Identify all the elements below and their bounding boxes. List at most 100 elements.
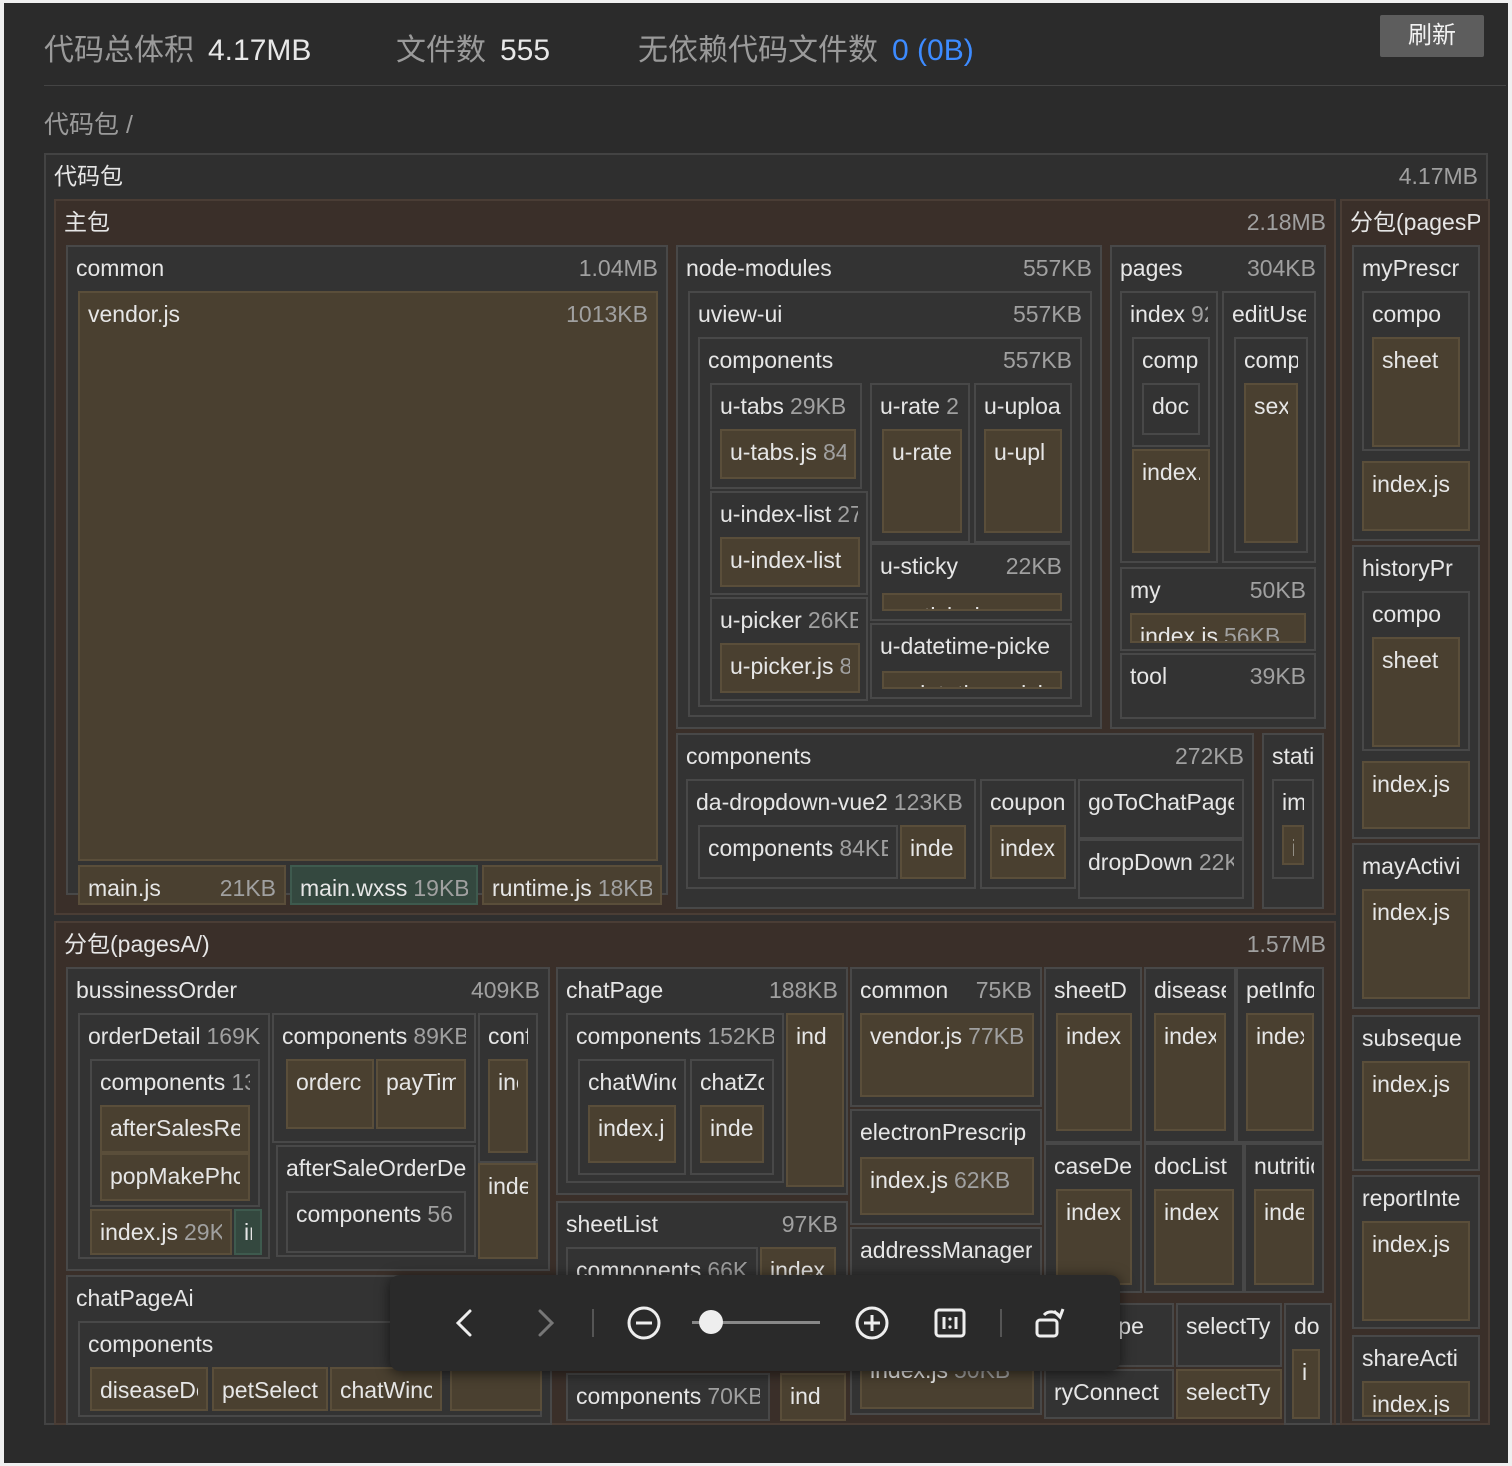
treemap-tile-uratejs[interactable]: u-rate xyxy=(882,429,962,533)
treemap-tile-casedeidx[interactable]: index xyxy=(1056,1189,1132,1285)
tile-name: components xyxy=(282,1023,408,1049)
treemap-tile-ssindex[interactable]: index.js xyxy=(1362,1061,1470,1161)
treemap-tile-popmakephc[interactable]: popMakePhc xyxy=(100,1153,250,1201)
treemap-tile-confinc[interactable]: inc xyxy=(488,1059,528,1153)
treemap-tile-udatetimejs[interactable]: u-datetime-picker.js xyxy=(882,671,1062,689)
treemap-tile-odir[interactable]: ir xyxy=(234,1209,262,1255)
treemap-tile-upickerjs[interactable]: u-picker.js8 xyxy=(720,643,860,693)
treemap-tile-uuploadjs[interactable]: u-upl xyxy=(984,429,1062,533)
treemap-tile-asocomp[interactable]: components 56 xyxy=(286,1191,466,1253)
treemap-tile-ryconnect[interactable]: ryConnect xyxy=(1044,1369,1174,1419)
tile-header: editUse xyxy=(1232,293,1306,335)
tile-header: components 557KB xyxy=(708,339,1072,381)
treemap-tile-orderc[interactable]: orderc xyxy=(286,1059,374,1129)
zoom-out-icon[interactable] xyxy=(626,1305,662,1341)
tile-size: 22K xyxy=(1198,849,1234,875)
treemap-tile-cpaifile[interactable] xyxy=(450,1367,542,1411)
tile-name: goToChatPage xyxy=(1088,789,1234,815)
treemap-tile-dropdown[interactable]: dropDown22K xyxy=(1078,839,1244,899)
next-icon[interactable] xyxy=(526,1305,562,1341)
rotate-icon[interactable] xyxy=(1032,1305,1068,1341)
treemap-tile-maindex[interactable]: index.js xyxy=(1362,889,1470,999)
treemap-tile-eusex[interactable]: sex xyxy=(1244,383,1298,543)
tile-header: afterSalesRe xyxy=(110,1107,240,1149)
tile-header: addressManager xyxy=(860,1229,1032,1271)
treemap-tile-doi[interactable]: i xyxy=(1292,1349,1320,1419)
treemap-tile-myindex[interactable]: index.js 56KB xyxy=(1130,613,1306,643)
tile-header: bussinessOrder 409KB xyxy=(76,969,540,1011)
stat-value-link[interactable]: 0 (0B) xyxy=(892,34,974,67)
tile-name: dropDown xyxy=(1088,849,1193,875)
treemap-tile-comp70[interactable]: components 70KB xyxy=(566,1373,770,1421)
treemap-tile-chatwindow[interactable]: chatWinc xyxy=(330,1367,442,1411)
treemap-tile-runtime[interactable]: runtime.js 18KB xyxy=(482,865,662,905)
treemap-tile-saindex[interactable]: index.js xyxy=(1362,1381,1470,1417)
treemap-tile-tool[interactable]: tool 39KB xyxy=(1120,653,1316,719)
treemap-tile-bizindex[interactable]: inde: xyxy=(478,1163,538,1259)
tile-header: 主包 2.18MB xyxy=(64,201,1326,243)
tile-name: index xyxy=(1164,1023,1216,1049)
treemap-tile-cpind[interactable]: ind xyxy=(786,1013,844,1187)
treemap-tile-ustickyjs[interactable]: u-sticky.js xyxy=(882,593,1062,611)
actual-size-icon[interactable] xyxy=(932,1305,968,1341)
treemap-tile-sheetdidx[interactable]: index xyxy=(1056,1013,1132,1131)
refresh-button[interactable]: 刷新 xyxy=(1380,15,1484,57)
tile-name: u-sticky xyxy=(880,553,958,579)
treemap-tile-petinfoidx[interactable]: index xyxy=(1246,1013,1314,1131)
stat-no-dependency: 无依赖代码文件数 0 (0B) xyxy=(638,25,974,69)
tile-name: index.js xyxy=(100,1219,178,1245)
tile-name: orderDetail xyxy=(88,1023,201,1049)
treemap-tile-mainjs[interactable]: main.js 21KB xyxy=(78,865,286,905)
treemap-tile-chatwincidx[interactable]: index.j xyxy=(588,1105,676,1163)
tile-header: diseaseDe xyxy=(100,1369,198,1409)
treemap-tile-vendorA[interactable]: vendor.js 77KB xyxy=(860,1013,1034,1097)
treemap-tile-nutriticidx[interactable]: inde xyxy=(1254,1189,1314,1285)
treemap-tile-i92index[interactable]: index. xyxy=(1132,449,1210,553)
treemap-tile-odindex[interactable]: index.js29KB xyxy=(90,1209,232,1255)
breadcrumb[interactable]: 代码包 / xyxy=(44,105,133,141)
treemap-tile-aftersalesre[interactable]: afterSalesRe xyxy=(100,1105,250,1153)
treemap-tile-riindex[interactable]: index.js xyxy=(1362,1221,1470,1321)
treemap-tile-electronidx[interactable]: index.js 62KB xyxy=(860,1157,1034,1215)
treemap-tile-mpindex[interactable]: index.js xyxy=(1362,461,1470,531)
treemap-tile-dacomp[interactable]: components84KB xyxy=(698,825,898,879)
treemap-tile-chatzcidx[interactable]: inde xyxy=(700,1105,764,1163)
stat-value: 4.17MB xyxy=(208,34,312,67)
treemap-tile-paytim[interactable]: payTim xyxy=(376,1059,466,1129)
tile-header: chatZc xyxy=(700,1061,764,1103)
tile-name: inde: xyxy=(488,1173,528,1199)
treemap-tile-i92doc[interactable]: doc xyxy=(1142,383,1200,435)
treemap-tile-hpindex[interactable]: index.js xyxy=(1362,761,1470,829)
tile-name: main.wxss xyxy=(300,875,408,901)
tile-size: 75KB xyxy=(975,977,1032,1003)
treemap-tile-uindexlistjs[interactable]: u-index-list xyxy=(720,537,860,587)
treemap-tile-doclistidx[interactable]: index xyxy=(1154,1189,1234,1285)
treemap-tile-selectty1[interactable]: selectTy xyxy=(1176,1303,1282,1367)
tile-name: mayActivi xyxy=(1362,853,1461,879)
tile-size: 272KB xyxy=(1174,743,1244,769)
treemap-tile-couponindex[interactable]: index xyxy=(990,825,1066,879)
treemap-tile-selectty2[interactable]: selectTy xyxy=(1176,1369,1282,1419)
treemap-tile-vendor[interactable]: vendor.js 1013KB xyxy=(78,291,658,861)
treemap-tile-daindex[interactable]: inde xyxy=(900,825,966,879)
treemap-tile-hpsheet[interactable]: sheet xyxy=(1372,637,1460,747)
tile-name: orderc xyxy=(296,1069,362,1095)
treemap-tile-gotochat[interactable]: goToChatPage xyxy=(1078,779,1244,839)
prev-icon[interactable] xyxy=(448,1305,484,1341)
treemap-tile-mpsheet[interactable]: sheet xyxy=(1372,337,1460,447)
treemap-tile-mainwxss[interactable]: main.wxss 19KB xyxy=(290,865,478,905)
tile-name: historyPr xyxy=(1362,555,1453,581)
treemap-tile-diseaseidx[interactable]: index xyxy=(1154,1013,1226,1131)
tile-header: node-modules 557KB xyxy=(686,247,1092,289)
treemap-tile-petselect[interactable]: petSelect xyxy=(212,1367,328,1411)
treemap-tile-utabsjs[interactable]: u-tabs.js 84 xyxy=(720,429,856,479)
zoom-slider-handle[interactable] xyxy=(699,1310,724,1334)
tile-name: u-rate xyxy=(880,393,941,419)
treemap-tile-statiimf[interactable]: i xyxy=(1282,825,1304,865)
tile-name: i xyxy=(1302,1359,1308,1385)
zoom-in-icon[interactable] xyxy=(854,1305,890,1341)
treemap-tile-comp70ind[interactable]: ind xyxy=(780,1373,846,1421)
tile-header: 代码包 4.17MB xyxy=(54,155,1478,197)
treemap-tile-diseasede[interactable]: diseaseDe xyxy=(90,1367,208,1411)
tile-header: do xyxy=(1294,1305,1322,1347)
